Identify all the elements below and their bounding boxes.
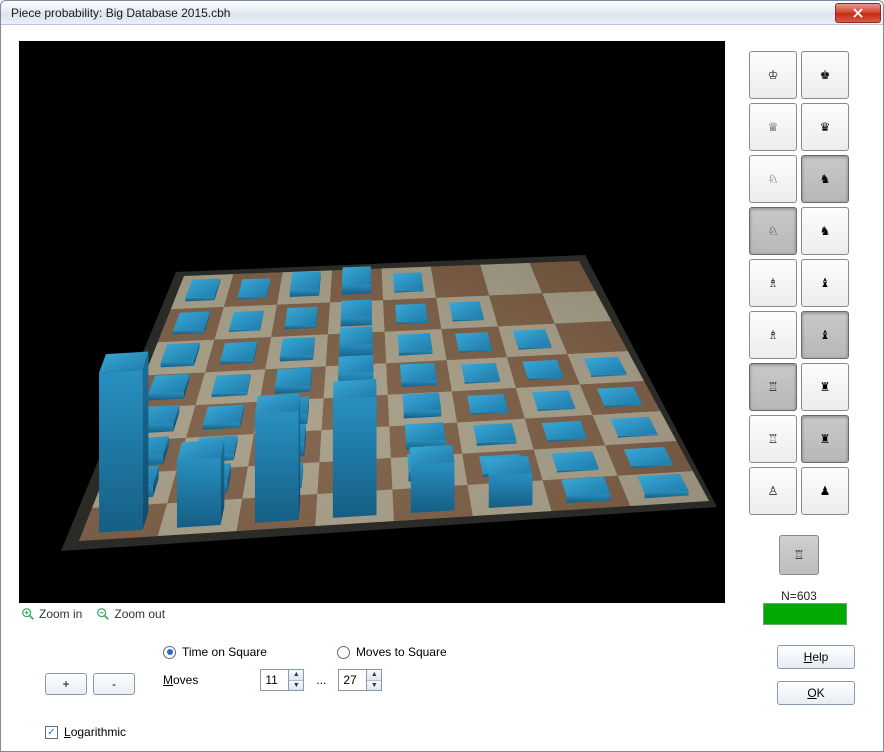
piece-btn-white-knight-1[interactable]: ♘ — [749, 155, 797, 203]
window-title: Piece probability: Big Database 2015.cbh — [11, 6, 230, 20]
board-3d-viewport[interactable] — [19, 41, 725, 603]
black-rook-2-icon: ♜ — [820, 432, 831, 446]
piece-btn-black-king[interactable]: ♚ — [801, 51, 849, 99]
piece-btn-white-knight-2[interactable]: ♘ — [749, 207, 797, 255]
piece-grid: ♔ ♚ ♕ ♛ ♘ ♞ ♘ ♞ ♗ ♝ ♗ ♝ ♖ ♜ ♖ ♜ ♙ ♟ — [749, 51, 849, 515]
zoom-out-button[interactable]: Zoom out — [96, 607, 165, 621]
white-pawn-icon: ♙ — [768, 484, 779, 498]
black-knight-2-icon: ♞ — [820, 224, 831, 238]
piece-btn-black-rook-2[interactable]: ♜ — [801, 415, 849, 463]
titlebar: Piece probability: Big Database 2015.cbh — [1, 1, 883, 25]
black-pawn-icon: ♟ — [820, 484, 831, 498]
current-piece-indicator: ♖ — [779, 535, 819, 575]
plus-button[interactable]: + — [45, 673, 87, 695]
moves-to-spinner[interactable]: ▲▼ — [338, 669, 382, 691]
client-area: Zoom in Zoom out ♔ ♚ ♕ ♛ ♘ ♞ ♘ ♞ ♗ ♝ ♗ ♝ ♖ ♜ ♖ ♜ ♙ ♟ ♖ N=… — [1, 25, 883, 751]
dialog-window: Piece probability: Big Database 2015.cbh… — [0, 0, 884, 752]
white-queen-icon: ♕ — [768, 120, 779, 134]
white-rook-2-icon: ♖ — [768, 432, 779, 446]
progress-bar — [763, 603, 847, 625]
black-bishop-2-icon: ♝ — [820, 328, 831, 342]
minus-button[interactable]: - — [93, 673, 135, 695]
piece-btn-black-bishop-2[interactable]: ♝ — [801, 311, 849, 359]
help-button[interactable]: Help — [777, 645, 855, 669]
piece-panel: ♔ ♚ ♕ ♛ ♘ ♞ ♘ ♞ ♗ ♝ ♗ ♝ ♖ ♜ ♖ ♜ ♙ ♟ ♖ N=603 — [737, 41, 861, 625]
spin-down-icon[interactable]: ▼ — [289, 681, 303, 691]
black-rook-1-icon: ♜ — [820, 380, 831, 394]
range-separator: ... — [316, 673, 326, 687]
radio-dot-icon — [337, 646, 350, 659]
black-bishop-1-icon: ♝ — [820, 276, 831, 290]
piece-btn-black-knight-2[interactable]: ♞ — [801, 207, 849, 255]
piece-btn-black-pawn[interactable]: ♟ — [801, 467, 849, 515]
spin-down-icon[interactable]: ▼ — [367, 681, 381, 691]
sample-count-label: N=603 — [781, 589, 817, 603]
piece-btn-black-bishop-1[interactable]: ♝ — [801, 259, 849, 307]
piece-btn-black-rook-1[interactable]: ♜ — [801, 363, 849, 411]
black-queen-icon: ♛ — [820, 120, 831, 134]
piece-btn-white-rook-2[interactable]: ♖ — [749, 415, 797, 463]
close-button[interactable] — [835, 3, 881, 23]
piece-btn-black-knight-1[interactable]: ♞ — [801, 155, 849, 203]
zoom-out-icon — [96, 607, 110, 621]
ok-button[interactable]: OK — [777, 681, 855, 705]
close-icon — [852, 8, 864, 18]
radio-time-label: Time on Square — [182, 645, 267, 659]
moves-label: Moves — [163, 673, 198, 687]
white-bishop-2-icon: ♗ — [768, 328, 779, 342]
current-piece-glyph: ♖ — [794, 548, 805, 562]
logarithmic-label: Logarithmic — [64, 725, 126, 739]
radio-dot-icon — [163, 646, 176, 659]
zoom-in-icon — [21, 607, 35, 621]
zoom-toolbar: Zoom in Zoom out — [19, 603, 725, 625]
controls-row: + - ✓ Logarithmic Time on Square Mov — [19, 625, 869, 739]
piece-btn-white-rook-1[interactable]: ♖ — [749, 363, 797, 411]
black-knight-1-icon: ♞ — [820, 172, 831, 186]
black-king-icon: ♚ — [820, 68, 831, 82]
spin-up-icon[interactable]: ▲ — [367, 670, 381, 681]
piece-btn-black-queen[interactable]: ♛ — [801, 103, 849, 151]
zoom-in-label: Zoom in — [39, 607, 82, 621]
logarithmic-checkbox[interactable]: ✓ — [45, 726, 58, 739]
white-bishop-1-icon: ♗ — [768, 276, 779, 290]
white-knight-1-icon: ♘ — [768, 172, 779, 186]
moves-to-input[interactable] — [338, 669, 366, 691]
white-rook-1-icon: ♖ — [768, 380, 779, 394]
piece-btn-white-bishop-1[interactable]: ♗ — [749, 259, 797, 307]
radio-moves-label: Moves to Square — [356, 645, 447, 659]
piece-btn-white-queen[interactable]: ♕ — [749, 103, 797, 151]
moves-from-input[interactable] — [260, 669, 288, 691]
piece-btn-white-bishop-2[interactable]: ♗ — [749, 311, 797, 359]
white-king-icon: ♔ — [768, 68, 779, 82]
white-knight-2-icon: ♘ — [768, 224, 779, 238]
zoom-in-button[interactable]: Zoom in — [21, 607, 82, 621]
board-3d-chart — [19, 41, 725, 603]
moves-from-spinner[interactable]: ▲▼ — [260, 669, 304, 691]
radio-time-on-square[interactable]: Time on Square — [163, 645, 267, 659]
piece-btn-white-king[interactable]: ♔ — [749, 51, 797, 99]
piece-btn-white-pawn[interactable]: ♙ — [749, 467, 797, 515]
spin-up-icon[interactable]: ▲ — [289, 670, 303, 681]
radio-moves-to-square[interactable]: Moves to Square — [337, 645, 447, 659]
zoom-out-label: Zoom out — [114, 607, 165, 621]
